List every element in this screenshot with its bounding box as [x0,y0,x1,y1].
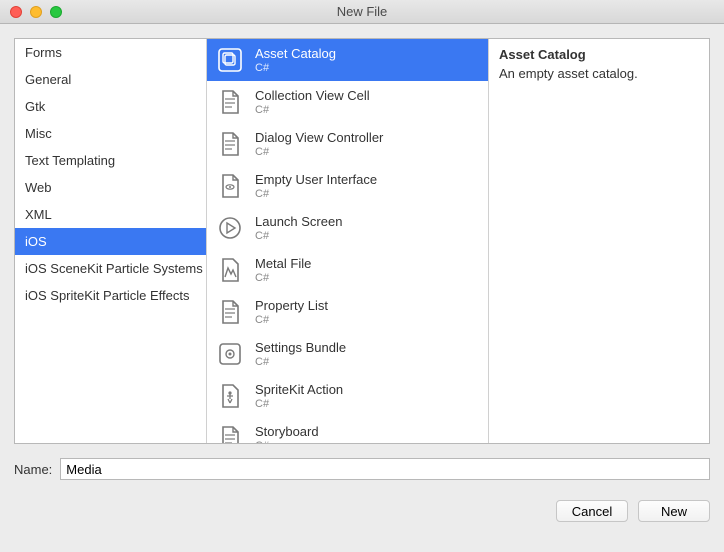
category-item[interactable]: General [15,66,206,93]
panels: FormsGeneralGtkMiscText TemplatingWebXML… [14,38,710,444]
template-sub: C# [255,356,346,368]
catalog-icon [215,45,245,75]
template-text: Settings BundleC# [255,340,346,368]
template-sub: C# [255,440,319,443]
template-text: Launch ScreenC# [255,214,342,242]
category-item[interactable]: Misc [15,120,206,147]
template-item[interactable]: Property ListC# [207,291,488,333]
category-item[interactable]: Text Templating [15,147,206,174]
close-icon[interactable] [10,6,22,18]
titlebar: New File [0,0,724,24]
name-row: Name: [14,458,710,480]
template-text: Metal FileC# [255,256,311,284]
template-text: SpriteKit ActionC# [255,382,343,410]
template-item[interactable]: Asset CatalogC# [207,39,488,81]
name-input[interactable] [60,458,710,480]
window-title: New File [0,4,724,19]
template-name: Launch Screen [255,214,342,230]
name-label: Name: [14,462,52,477]
template-item[interactable]: StoryboardC# [207,417,488,443]
template-name: Collection View Cell [255,88,370,104]
file-icon [215,423,245,443]
template-name: Empty User Interface [255,172,377,188]
template-text: Property ListC# [255,298,328,326]
template-text: Empty User InterfaceC# [255,172,377,200]
template-sub: C# [255,230,342,242]
content-area: FormsGeneralGtkMiscText TemplatingWebXML… [0,24,724,532]
category-item[interactable]: iOS SpriteKit Particle Effects [15,282,206,309]
template-sub: C# [255,62,336,74]
template-sub: C# [255,188,377,200]
template-name: Asset Catalog [255,46,336,62]
play-icon [215,213,245,243]
template-list[interactable]: Asset CatalogC#Collection View CellC#Dia… [207,39,489,443]
metal-icon [215,255,245,285]
category-list: FormsGeneralGtkMiscText TemplatingWebXML… [15,39,207,443]
template-item[interactable]: Metal FileC# [207,249,488,291]
file-eye-icon [215,171,245,201]
template-name: Storyboard [255,424,319,440]
template-item[interactable]: Dialog View ControllerC# [207,123,488,165]
traffic-lights [0,6,62,18]
category-item[interactable]: XML [15,201,206,228]
cancel-button[interactable]: Cancel [556,500,628,522]
category-item[interactable]: iOS SceneKit Particle Systems [15,255,206,282]
template-item[interactable]: Collection View CellC# [207,81,488,123]
template-text: StoryboardC# [255,424,319,443]
template-item[interactable]: SpriteKit ActionC# [207,375,488,417]
template-name: Metal File [255,256,311,272]
detail-title: Asset Catalog [499,47,699,62]
category-item[interactable]: Gtk [15,93,206,120]
template-text: Dialog View ControllerC# [255,130,383,158]
minimize-icon[interactable] [30,6,42,18]
template-sub: C# [255,104,370,116]
gear-icon [215,339,245,369]
template-text: Collection View CellC# [255,88,370,116]
template-sub: C# [255,272,311,284]
new-button[interactable]: New [638,500,710,522]
template-name: SpriteKit Action [255,382,343,398]
file-icon [215,297,245,327]
template-name: Property List [255,298,328,314]
category-item[interactable]: iOS [15,228,206,255]
file-icon [215,129,245,159]
template-name: Dialog View Controller [255,130,383,146]
template-item[interactable]: Settings BundleC# [207,333,488,375]
template-sub: C# [255,314,328,326]
template-item[interactable]: Empty User InterfaceC# [207,165,488,207]
template-name: Settings Bundle [255,340,346,356]
template-sub: C# [255,146,383,158]
template-sub: C# [255,398,343,410]
detail-description: An empty asset catalog. [499,66,699,81]
template-item[interactable]: Launch ScreenC# [207,207,488,249]
action-icon [215,381,245,411]
template-text: Asset CatalogC# [255,46,336,74]
maximize-icon[interactable] [50,6,62,18]
detail-pane: Asset Catalog An empty asset catalog. [489,39,709,443]
file-icon [215,87,245,117]
category-item[interactable]: Web [15,174,206,201]
category-item[interactable]: Forms [15,39,206,66]
button-row: Cancel New [14,500,710,522]
